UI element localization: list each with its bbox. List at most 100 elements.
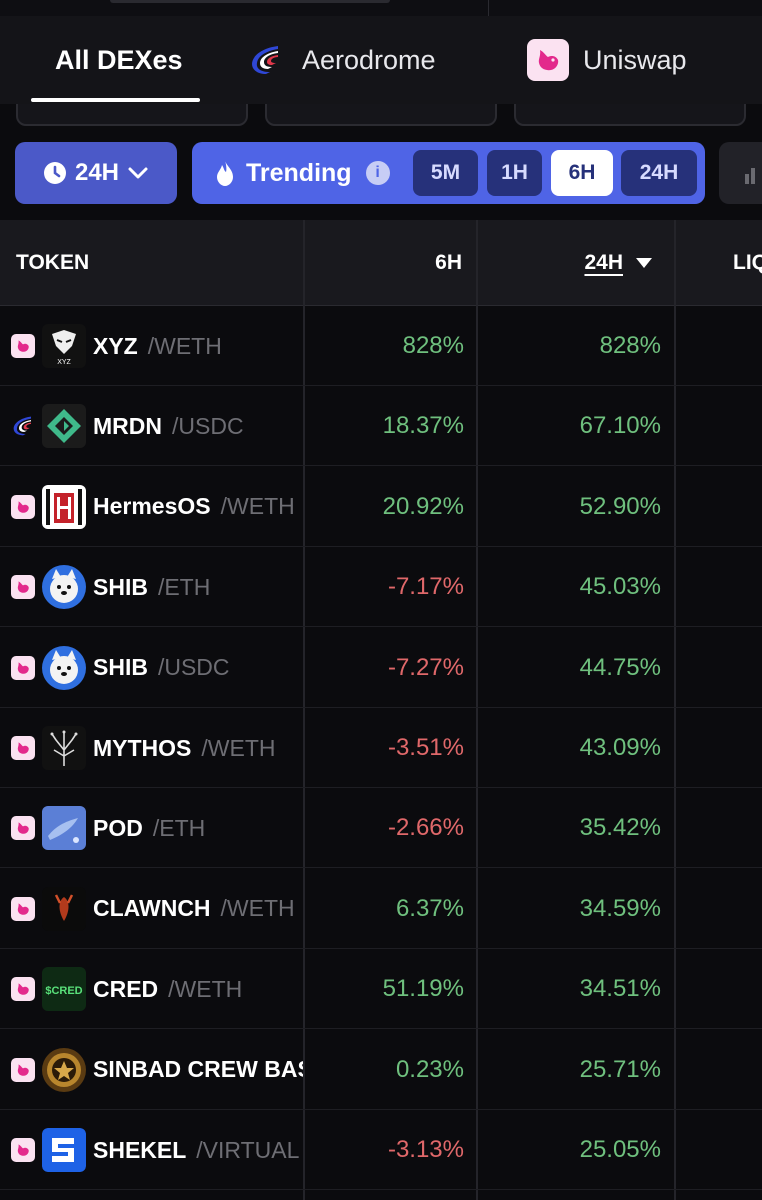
- tab-all-dexes[interactable]: All DEXes: [55, 16, 183, 104]
- tab-all-dexes-label: All DEXes: [55, 44, 183, 75]
- clock-icon: [43, 162, 66, 184]
- uniswap-icon: [11, 1138, 35, 1162]
- uniswap-icon: [11, 655, 35, 680]
- tab-uniswap[interactable]: Uniswap: [527, 16, 687, 104]
- dex-tab-bar: All DEXes Aerodrome Uniswap: [0, 16, 762, 104]
- token-logo-icon: $CRED: [42, 967, 86, 1012]
- header-liquidity[interactable]: LIQ: [733, 220, 762, 306]
- table-row[interactable]: MRDN/USDC 18.37% 67.10%: [0, 386, 762, 467]
- pill-5m[interactable]: 5M: [413, 150, 478, 196]
- token-symbol: SINBAD CREW BASE: [93, 1056, 303, 1083]
- table-row[interactable]: HermesOS/WETH 20.92% 52.90%: [0, 467, 762, 547]
- table-row[interactable]: CLAWNCH/WETH 6.37% 34.59%: [0, 869, 762, 949]
- quote-token: /USDC: [172, 412, 244, 439]
- token-pair: CRED/WETH: [93, 949, 303, 1029]
- token-pair: MRDN/USDC: [93, 386, 303, 466]
- pill-1h[interactable]: 1H: [487, 150, 542, 196]
- table-row[interactable]: SHIB/USDC -7.27% 44.75%: [0, 628, 762, 708]
- token-pair: SHIB/USDC: [93, 628, 303, 708]
- token-pair: SHIB/ETH: [93, 547, 303, 627]
- token-symbol: SHIB: [93, 654, 148, 681]
- quote-token: /WETH: [220, 493, 295, 520]
- header-6h[interactable]: 6H: [305, 220, 462, 306]
- filter-bar: 24H Trending i 5M 1H 6H 24H: [0, 126, 762, 220]
- change-6h: 6.37%: [395, 894, 464, 922]
- token-logo-icon: [42, 484, 86, 529]
- table-row[interactable]: SINBAD CREW BASE 0.23% 25.71%: [0, 1030, 762, 1110]
- stats-row: [0, 104, 762, 126]
- svg-text:XYZ: XYZ: [57, 359, 71, 366]
- token-logo-icon: [42, 1047, 86, 1092]
- header-24h-label: 24H: [584, 251, 623, 274]
- table-row[interactable]: SHEKEL/VIRTUAL -3.13% 25.05%: [0, 1110, 762, 1190]
- token-table: TOKEN 6H 24H LIQ XYZ XYZ/WETH 828% 828% MRDN…: [0, 220, 762, 1200]
- change-24h: 34.59%: [579, 894, 661, 922]
- quote-token: /ETH: [157, 573, 211, 600]
- uniswap-icon: [11, 736, 35, 760]
- header-24h[interactable]: 24H: [478, 220, 653, 306]
- token-symbol: SHEKEL: [93, 1136, 187, 1163]
- uniswap-icon: [11, 816, 35, 841]
- token-symbol: HermesOS: [93, 493, 211, 520]
- table-header: TOKEN 6H 24H LIQ: [0, 220, 762, 306]
- change-6h: 828%: [402, 332, 464, 359]
- table-row[interactable]: POD/ETH -2.66% 35.42%: [0, 788, 762, 869]
- table-row[interactable]: SHIB/ETH -7.17% 45.03%: [0, 547, 762, 628]
- trending-toggle[interactable]: Trending i: [214, 142, 390, 204]
- change-6h: -2.66%: [387, 814, 464, 842]
- top-strip: [0, 0, 762, 16]
- table-row[interactable]: MYTHOS/WETH -3.51% 43.09%: [0, 708, 762, 788]
- uniswap-icon: [11, 575, 35, 600]
- table-row[interactable]: XYZ XYZ/WETH 828% 828%: [0, 306, 762, 386]
- tab-aerodrome[interactable]: Aerodrome: [248, 16, 436, 104]
- timeframe-dropdown-button[interactable]: 24H: [15, 142, 177, 204]
- uniswap-icon: [11, 896, 35, 921]
- quote-token: /ETH: [152, 814, 206, 841]
- token-pair: POD/ETH: [93, 788, 303, 868]
- stat-box-volume: [16, 104, 248, 126]
- bar-chart-icon: [745, 168, 755, 184]
- timeframe-label: 24H: [74, 159, 120, 186]
- change-24h: 25.05%: [579, 1136, 661, 1163]
- active-tab-indicator: [31, 98, 200, 102]
- sort-desc-icon: [636, 258, 652, 268]
- token-pair: MYTHOS/WETH: [93, 708, 303, 788]
- svg-text:$CRED: $CRED: [45, 985, 82, 997]
- token-logo-icon: [42, 404, 86, 449]
- change-24h: 45.03%: [579, 573, 661, 601]
- change-6h: -3.51%: [387, 734, 464, 761]
- token-symbol: SHIB: [93, 573, 148, 600]
- pill-6h[interactable]: 6H: [551, 150, 613, 196]
- tab-aerodrome-label: Aerodrome: [302, 44, 436, 75]
- token-logo-icon: XYZ: [42, 324, 86, 368]
- quote-token: /WETH: [147, 332, 222, 359]
- change-6h: -3.13%: [387, 1136, 464, 1163]
- token-logo-icon: [42, 886, 86, 931]
- change-24h: 67.10%: [579, 412, 661, 440]
- token-symbol: XYZ: [93, 332, 138, 359]
- token-symbol: POD: [93, 814, 143, 841]
- quote-token: /WETH: [201, 734, 276, 761]
- change-6h: -7.17%: [387, 573, 464, 601]
- uniswap-icon: [11, 334, 35, 358]
- change-24h: 52.90%: [579, 492, 661, 520]
- change-6h: 18.37%: [382, 412, 464, 440]
- change-6h: 20.92%: [382, 492, 464, 520]
- quote-token: /WETH: [220, 895, 295, 922]
- uniswap-icon: [11, 977, 35, 1002]
- pill-24h[interactable]: 24H: [621, 150, 697, 196]
- info-icon[interactable]: i: [365, 161, 390, 185]
- token-symbol: MYTHOS: [93, 734, 192, 761]
- header-token[interactable]: TOKEN: [16, 220, 89, 306]
- change-24h: 34.51%: [579, 975, 661, 1003]
- trending-filter-group: Trending i 5M 1H 6H 24H: [192, 142, 705, 204]
- change-24h: 828%: [599, 332, 661, 359]
- token-logo-icon: [42, 726, 86, 770]
- chart-view-button[interactable]: [719, 142, 762, 204]
- token-pair: SHEKEL/VIRTUAL: [93, 1110, 303, 1190]
- change-24h: 35.42%: [579, 814, 661, 842]
- quote-token: /WETH: [168, 975, 243, 1002]
- table-row[interactable]: $CRED CRED/WETH 51.19% 34.51%: [0, 949, 762, 1030]
- tab-uniswap-label: Uniswap: [583, 44, 687, 75]
- token-symbol: MRDN: [93, 412, 162, 439]
